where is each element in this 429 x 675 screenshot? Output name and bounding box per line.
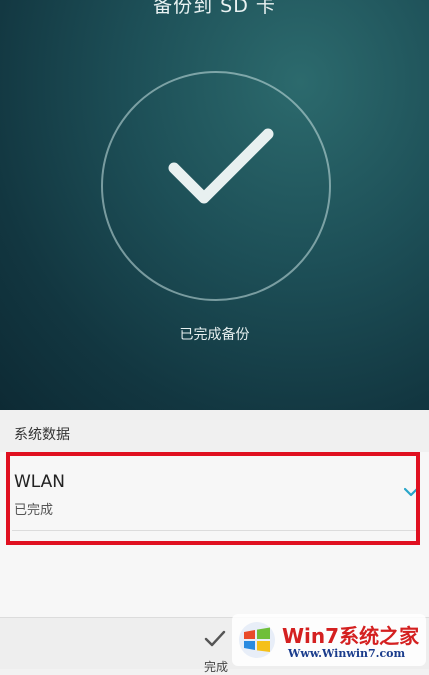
watermark-url: Www.Winwin7.com <box>288 647 406 660</box>
site-watermark: Win7系统之家 Www.Winwin7.com <box>232 614 426 666</box>
section-header: 系统数据 <box>0 410 429 452</box>
checkmark-icon <box>168 128 274 204</box>
watermark-title: Win7系统之家 <box>282 624 420 648</box>
done-check-icon <box>204 630 226 647</box>
section-title: 系统数据 <box>14 427 70 443</box>
backup-hero-panel: 备份到 SD 卡 已完成备份 <box>0 0 429 410</box>
windows-logo-icon <box>239 622 275 658</box>
hero-title: 备份到 SD 卡 <box>153 0 276 17</box>
annotation-highlight-box <box>6 452 420 545</box>
backup-status-text: 已完成备份 <box>179 327 250 343</box>
